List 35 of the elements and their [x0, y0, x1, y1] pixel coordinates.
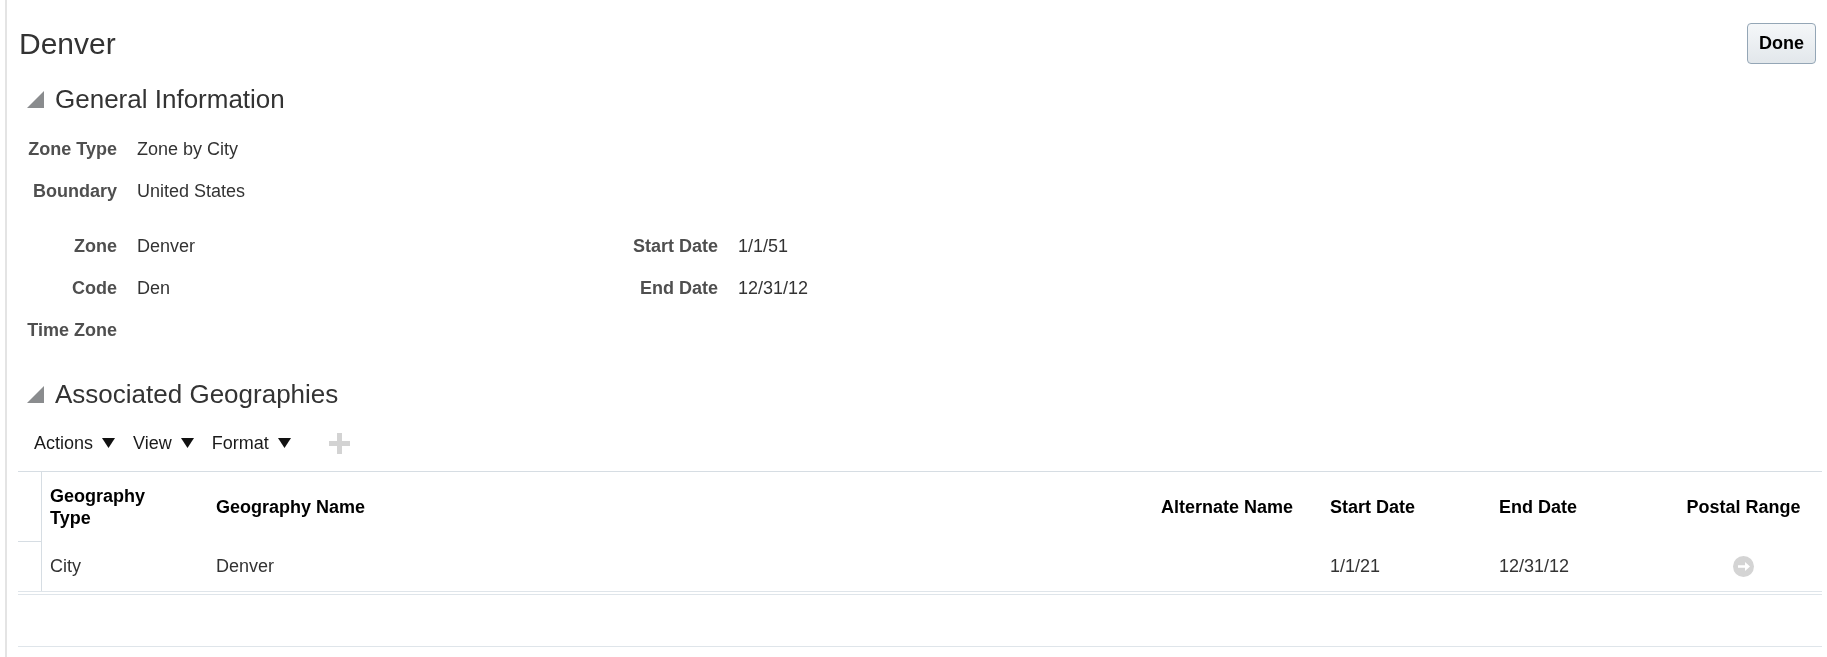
field-value: United States	[137, 179, 246, 203]
column-header: End Date	[1499, 496, 1577, 518]
table-cell-text: 1/1/21	[1330, 555, 1381, 578]
field-value: Denver	[137, 234, 196, 258]
column-header: Postal Range	[1686, 496, 1801, 518]
menu-button[interactable]: View	[133, 429, 194, 457]
section-title: General Information	[55, 83, 285, 116]
table-cell-text: 12/31/12	[1499, 555, 1570, 578]
expanded-triangle-icon[interactable]	[27, 385, 44, 403]
menu-button[interactable]: Format	[211, 429, 291, 457]
field-label: Start Date	[631, 234, 718, 258]
done-button[interactable]: Done	[1747, 23, 1816, 64]
field-label: Zone Type	[27, 137, 117, 161]
menu-button[interactable]: Actions	[34, 429, 116, 457]
field-label: Code	[71, 276, 117, 300]
column-header: Start Date	[1330, 496, 1416, 518]
column-header: Alternate Name	[1161, 496, 1294, 518]
column-header: Geography Type	[50, 485, 147, 529]
column-header: Geography Name	[216, 496, 366, 518]
field-value: Zone by City	[137, 137, 239, 161]
field-value: 12/31/12	[738, 276, 809, 300]
table-cell-text: Denver	[216, 555, 275, 578]
field-value: Den	[137, 276, 171, 300]
field-value: 1/1/51	[738, 234, 789, 258]
expanded-triangle-icon[interactable]	[27, 90, 44, 108]
caret-icon	[180, 438, 194, 448]
page-title: Denver	[18, 26, 116, 62]
field-label: Time Zone	[26, 318, 117, 342]
field-label: Zone	[73, 234, 117, 258]
section-title: Associated Geographies	[55, 378, 339, 411]
field-label: Boundary	[32, 179, 117, 203]
caret-icon	[277, 438, 291, 448]
table-cell-text: City	[50, 555, 81, 578]
field-label: End Date	[639, 276, 718, 300]
caret-icon	[102, 438, 116, 448]
